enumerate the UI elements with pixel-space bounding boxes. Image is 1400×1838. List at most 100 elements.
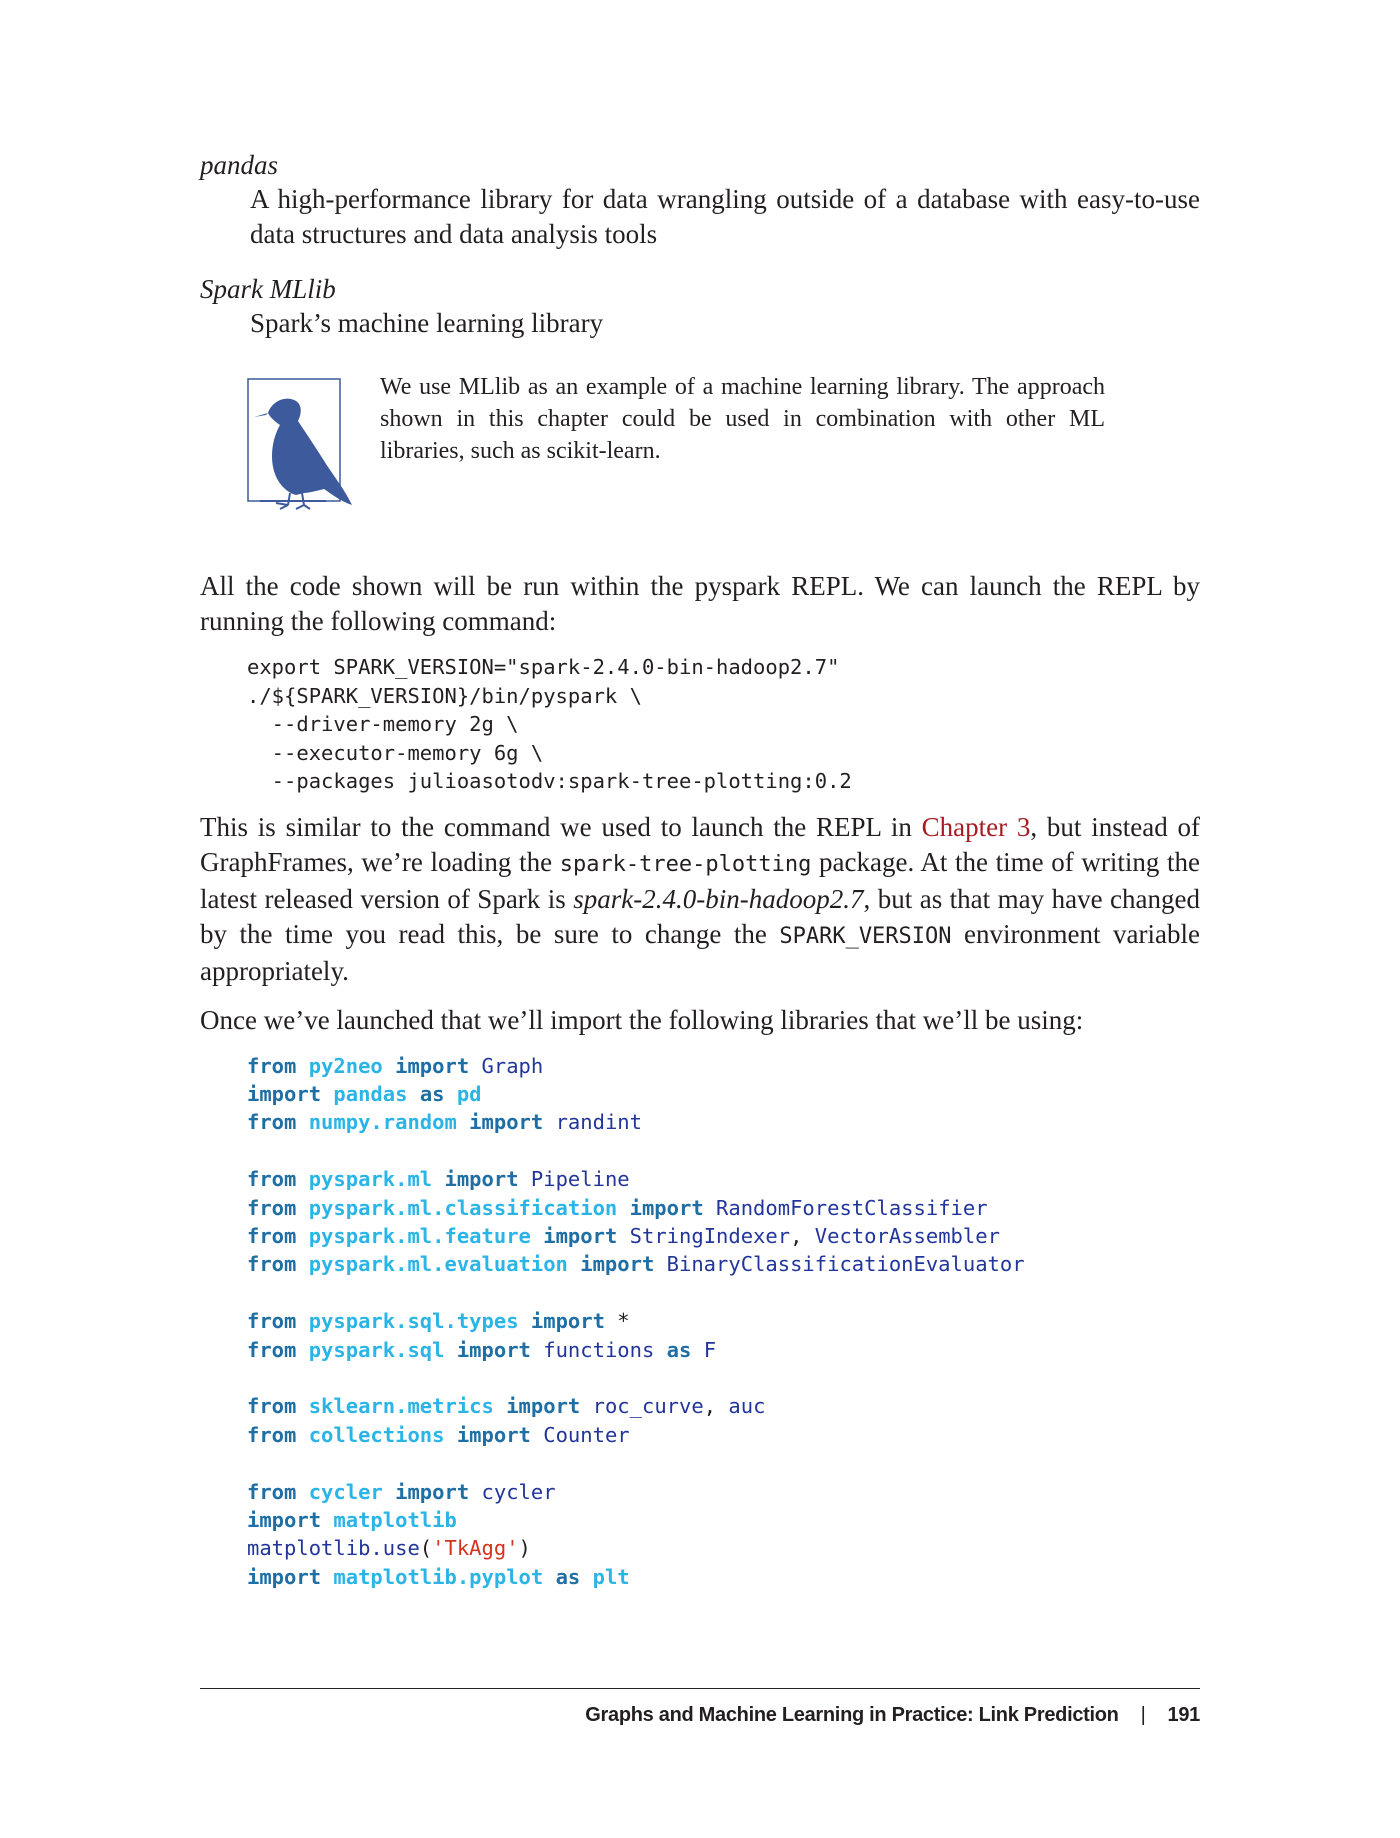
code-token: import [395, 1479, 470, 1504]
shell-code-block: export SPARK_VERSION="spark-2.4.0-bin-ha… [247, 653, 1200, 796]
code-token: import [469, 1110, 544, 1135]
code-token: auc [728, 1394, 766, 1419]
code-line: from cycler import cycler [247, 1480, 556, 1504]
code-token: from [247, 1053, 297, 1078]
code-token: Counter [543, 1422, 630, 1447]
code-token: import [456, 1337, 531, 1362]
code-line: from numpy.random import randint [247, 1110, 642, 1134]
code-token: collections [308, 1422, 445, 1447]
emphasis-text: spark-2.4.0-bin-hadoop2.7 [573, 883, 864, 914]
code-token: Pipeline [530, 1167, 630, 1192]
code-token: functions [543, 1337, 655, 1362]
code-line: matplotlib.use('TkAgg') [247, 1536, 531, 1560]
code-line: import pandas as pd [247, 1082, 482, 1106]
code-line: from pyspark.ml.feature import StringInd… [247, 1224, 1000, 1248]
code-token: import [629, 1195, 704, 1220]
code-token: ) [518, 1536, 531, 1561]
code-token: import [506, 1394, 581, 1419]
code-line: from pyspark.sql import functions as F [247, 1338, 716, 1362]
inline-code: spark-tree-plotting [559, 851, 812, 877]
code-token: import [580, 1252, 655, 1277]
page-footer: Graphs and Machine Learning in Practice:… [585, 1704, 1200, 1727]
code-token: from [247, 1223, 297, 1248]
code-token: import [444, 1167, 519, 1192]
code-token: import [395, 1053, 470, 1078]
code-token: as [555, 1564, 581, 1589]
paragraph-repl-intro: All the code shown will be run within th… [200, 571, 1200, 636]
code-token: pyspark.ml.feature [308, 1223, 531, 1248]
code-token: from [247, 1110, 297, 1135]
code-token: * [604, 1309, 630, 1334]
code-line: import matplotlib.pyplot as plt [247, 1565, 630, 1589]
code-token: import [530, 1309, 605, 1334]
code-token: ( [419, 1536, 433, 1561]
note-callout: We use MLlib as an example of a machine … [200, 371, 1200, 511]
code-token: as [419, 1081, 445, 1106]
code-token: randint [555, 1110, 642, 1135]
code-token: import [543, 1223, 618, 1248]
chapter-link[interactable]: Chapter 3 [922, 812, 1031, 842]
code-token: from [247, 1394, 297, 1419]
definition-entry-spark-mllib: Spark MLlib Spark’s machine learning lib… [200, 272, 1200, 341]
definition-text: Spark’s machine learning library [250, 308, 604, 338]
paragraph-spark-version: This is similar to the command we used t… [200, 810, 1200, 989]
code-token: from [247, 1309, 297, 1334]
python-code-block: from py2neo import Graph import pandas a… [247, 1052, 1200, 1592]
code-line: from pyspark.ml.classification import Ra… [247, 1196, 988, 1220]
code-line: ./${SPARK_VERSION}/bin/pyspark \ [247, 683, 642, 708]
code-line: from sklearn.metrics import roc_curve, a… [247, 1394, 765, 1418]
code-token: py2neo [308, 1053, 383, 1078]
code-token: RandomForestClassifier [716, 1195, 988, 1220]
code-token: from [247, 1337, 297, 1362]
code-token: cycler [481, 1479, 556, 1504]
code-line: from collections import Counter [247, 1423, 630, 1447]
code-token: matplotlib [333, 1508, 457, 1532]
bird-note-icon [247, 378, 352, 510]
definition-text: A high-performance library for data wran… [250, 184, 1200, 249]
note-text: We use MLlib as an example of a machine … [380, 374, 1105, 464]
code-line: --packages julioasotodv:spark-tree-plott… [247, 769, 852, 793]
code-token: matplotlib.pyplot [333, 1564, 544, 1589]
code-token: from [247, 1422, 297, 1447]
code-token: pandas [333, 1081, 408, 1106]
code-token: as [666, 1337, 692, 1362]
code-token: cycler [308, 1479, 383, 1504]
code-token: F [703, 1337, 717, 1362]
code-token: from [247, 1167, 297, 1192]
definition-entry-pandas: pandas A high-performance library for da… [200, 148, 1200, 252]
code-token: import [456, 1422, 531, 1447]
code-token: StringIndexer [629, 1223, 791, 1248]
code-line: from pyspark.ml import Pipeline [247, 1167, 630, 1191]
code-line: --executor-memory 6g \ [247, 740, 544, 765]
code-token: matplotlib.use [247, 1536, 420, 1561]
code-token: VectorAssembler [814, 1223, 1000, 1248]
code-token: pd [456, 1081, 482, 1106]
code-token: roc_curve [592, 1394, 704, 1419]
